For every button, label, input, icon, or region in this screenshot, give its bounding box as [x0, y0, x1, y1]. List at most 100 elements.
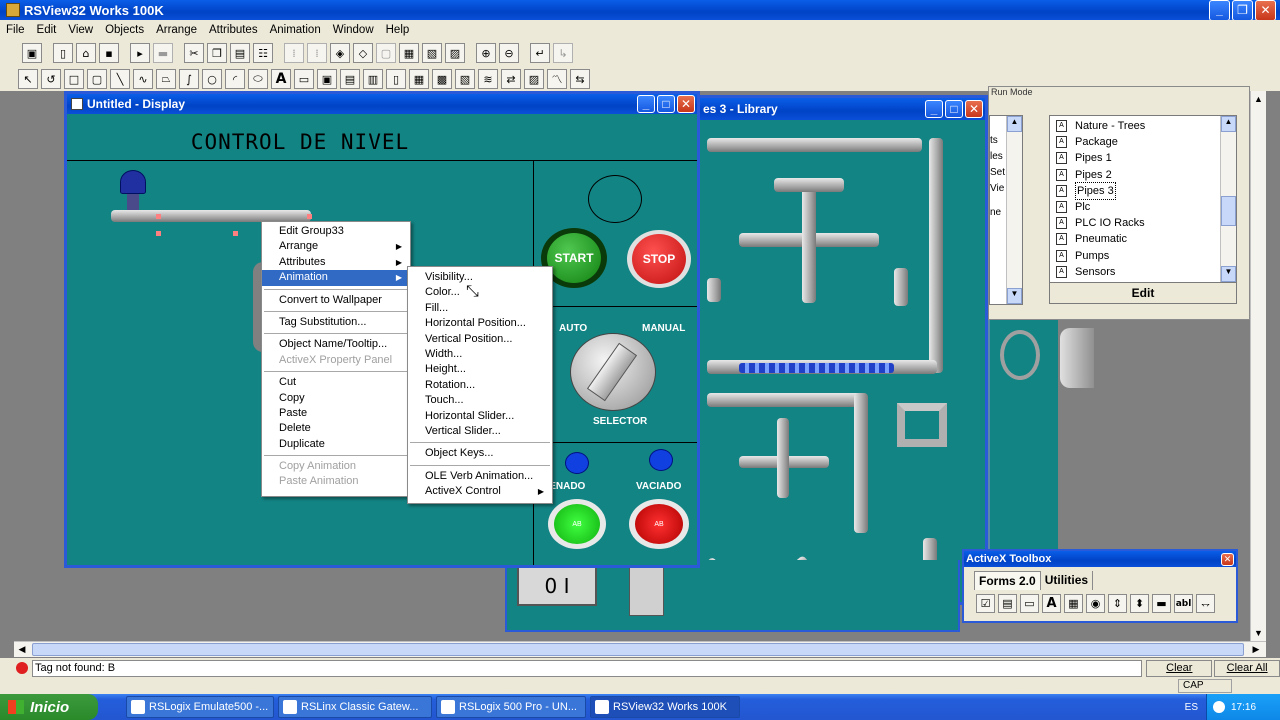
scroll-left-arrow[interactable]: ◀: [14, 642, 30, 657]
library-item[interactable]: A Pneumatic: [1056, 231, 1236, 247]
zoom-in-icon[interactable]: ⊕: [476, 43, 496, 63]
tab-forms[interactable]: Forms 2.0: [974, 571, 1041, 590]
rounded-rect-icon[interactable]: ▢: [87, 69, 107, 89]
library-item[interactable]: A Pumps: [1056, 248, 1236, 264]
link-icon[interactable]: ⇆: [570, 69, 590, 89]
menu-window[interactable]: Window: [327, 24, 380, 36]
taskbar-item[interactable]: RSLogix Emulate500 -...: [126, 696, 274, 718]
menu-attributes[interactable]: Attributes: [203, 24, 264, 36]
grid-icon[interactable]: ☷: [253, 43, 273, 63]
library-edit-button[interactable]: Edit: [1049, 282, 1237, 304]
back-icon[interactable]: ◇: [353, 43, 373, 63]
group-icon[interactable]: ⁞: [284, 43, 304, 63]
anim-item-horizontal-slider[interactable]: Horizontal Slider...: [408, 409, 552, 424]
scroll-right-arrow[interactable]: ▶: [1248, 642, 1264, 657]
zoom-out-icon[interactable]: ⊖: [499, 43, 519, 63]
ctx-item-delete[interactable]: Delete: [262, 421, 410, 436]
disk-icon[interactable]: ▪: [99, 43, 119, 63]
menu-view[interactable]: View: [62, 24, 99, 36]
ctx-item-edit-group33[interactable]: Edit Group33: [262, 224, 410, 239]
textfield-icon[interactable]: abl: [1174, 594, 1193, 613]
align-center-icon[interactable]: ▨: [445, 43, 465, 63]
align-left-icon[interactable]: ▦: [399, 43, 419, 63]
freehand-icon[interactable]: ∫: [179, 69, 199, 89]
cut-icon[interactable]: ✂: [184, 43, 204, 63]
library-item[interactable]: A Package: [1056, 134, 1236, 150]
stop-icon[interactable]: ▬: [153, 43, 173, 63]
polygon-icon[interactable]: ⏢: [156, 69, 176, 89]
anim-item-ole-verb-animation[interactable]: OLE Verb Animation...: [408, 469, 552, 484]
vertical-scrollbar[interactable]: ▲ ▼: [1250, 91, 1266, 641]
anim-item-width[interactable]: Width...: [408, 347, 552, 362]
toggle-icon[interactable]: ▬: [1152, 594, 1171, 613]
symbol-icon[interactable]: ▯: [386, 69, 406, 89]
combo-icon[interactable]: ⥐: [1196, 594, 1215, 613]
tab-utilities[interactable]: Utilities: [1041, 571, 1094, 590]
taskbar-item[interactable]: RSLinx Classic Gatew...: [278, 696, 432, 718]
taskbar-item-active[interactable]: RSView32 Works 100K: [590, 696, 740, 718]
scroll-icon[interactable]: ⬍: [1130, 594, 1149, 613]
partial-scrollbar[interactable]: ▲ ▼: [1006, 116, 1022, 304]
library-item-selected[interactable]: A Pipes 3: [1056, 181, 1236, 200]
ctx-item-paste[interactable]: Paste: [262, 406, 410, 421]
selection-handle[interactable]: [307, 214, 312, 219]
selection-handle[interactable]: [156, 214, 161, 219]
anim-item-rotation[interactable]: Rotation...: [408, 378, 552, 393]
close-button[interactable]: ✕: [1255, 0, 1276, 21]
restore-button[interactable]: ❐: [1232, 0, 1253, 21]
anim-item-fill[interactable]: Fill...: [408, 301, 552, 316]
anim-item-color[interactable]: Color...: [408, 285, 552, 300]
ctx-item-copy[interactable]: Copy: [262, 391, 410, 406]
redo-icon[interactable]: ↳: [553, 43, 573, 63]
summary-icon[interactable]: ▧: [455, 69, 475, 89]
ctx-item-attributes[interactable]: Attributes ▶: [262, 255, 410, 270]
minimize-button[interactable]: _: [1209, 0, 1230, 21]
chart-icon[interactable]: 〽: [547, 69, 567, 89]
copy-icon[interactable]: ❐: [207, 43, 227, 63]
menu-edit[interactable]: Edit: [31, 24, 63, 36]
selection-handle[interactable]: [233, 231, 238, 236]
wave-icon[interactable]: ≋: [478, 69, 498, 89]
arrow-icon[interactable]: ⇄: [501, 69, 521, 89]
menu-help[interactable]: Help: [380, 24, 416, 36]
label-icon[interactable]: A: [1042, 594, 1061, 613]
scroll-thumb[interactable]: [32, 643, 1244, 656]
display-maximize-button[interactable]: □: [657, 95, 675, 113]
stop-button[interactable]: STOP: [627, 230, 691, 288]
wedge-icon[interactable]: ⬭: [248, 69, 268, 89]
ctx-item-cut[interactable]: Cut: [262, 375, 410, 390]
clear-all-button[interactable]: Clear All: [1214, 659, 1280, 677]
anim-item-object-keys[interactable]: Object Keys...: [408, 446, 552, 461]
frame-icon[interactable]: ▦: [1064, 594, 1083, 613]
library-maximize-button[interactable]: □: [945, 100, 963, 118]
library-item[interactable]: A PLC IO Racks: [1056, 215, 1236, 231]
library-list-scrollbar[interactable]: ▲ ▼: [1220, 116, 1236, 282]
ctx-item-convert-to-wallpaper[interactable]: Convert to Wallpaper: [262, 293, 410, 308]
ellipse-icon[interactable]: ○: [202, 69, 222, 89]
checkbox-icon[interactable]: ☑: [976, 594, 995, 613]
display-icon[interactable]: ▭: [294, 69, 314, 89]
llenado-button[interactable]: AB: [548, 499, 606, 549]
undo-icon[interactable]: ↵: [530, 43, 550, 63]
pointer-icon[interactable]: ↖: [18, 69, 38, 89]
anim-item-visibility[interactable]: Visibility...: [408, 270, 552, 285]
anim-item-horizontal-position[interactable]: Horizontal Position...: [408, 316, 552, 331]
clear-button[interactable]: Clear: [1146, 659, 1213, 677]
menu-file[interactable]: File: [0, 24, 31, 36]
anim-item-vertical-slider[interactable]: Vertical Slider...: [408, 424, 552, 439]
save-icon[interactable]: ▣: [22, 43, 42, 63]
string-input-icon[interactable]: ▥: [363, 69, 383, 89]
menu-objects[interactable]: Objects: [99, 24, 150, 36]
listbox-icon[interactable]: ▤: [998, 594, 1017, 613]
valve-icon[interactable]: [120, 170, 146, 194]
option-icon[interactable]: ◉: [1086, 594, 1105, 613]
rotate-icon[interactable]: ↺: [41, 69, 61, 89]
form-icon[interactable]: ▨: [524, 69, 544, 89]
ctx-item-arrange[interactable]: Arrange ▶: [262, 239, 410, 254]
menu-animation[interactable]: Animation: [264, 24, 327, 36]
language-indicator[interactable]: ES: [1185, 702, 1198, 713]
tray-network-icon[interactable]: [1213, 701, 1225, 713]
anim-item-activex-control[interactable]: ActiveX Control ▶: [408, 484, 552, 499]
display-minimize-button[interactable]: _: [637, 95, 655, 113]
start-button[interactable]: Inicio: [0, 694, 98, 720]
